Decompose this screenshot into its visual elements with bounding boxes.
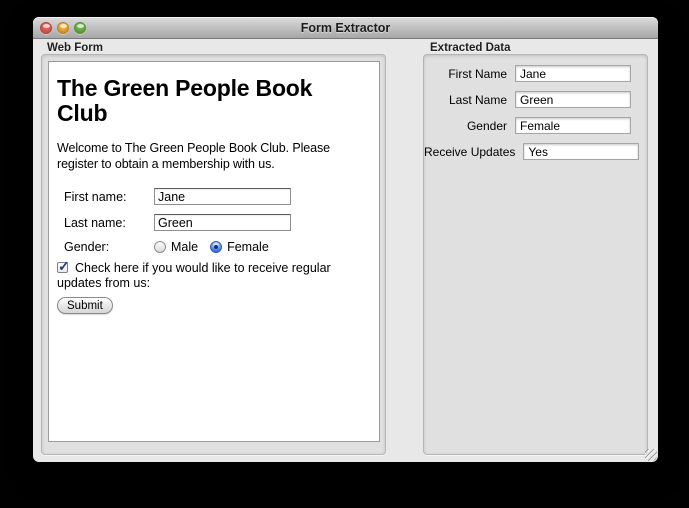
web-form-panel: The Green People Book Club Welcome to Th… xyxy=(41,54,386,455)
web-view: The Green People Book Club Welcome to Th… xyxy=(48,61,380,442)
submit-button[interactable]: Submit xyxy=(57,297,113,314)
extracted-last-name-field[interactable] xyxy=(515,91,631,108)
extracted-last-name-label: Last Name xyxy=(424,93,515,107)
gender-row: Gender: Male Female xyxy=(64,240,371,254)
extracted-data-panel-label: Extracted Data xyxy=(430,42,511,54)
updates-checkbox[interactable] xyxy=(57,262,68,273)
extracted-row-gender: Gender xyxy=(424,117,647,134)
web-form-panel-label: Web Form xyxy=(47,42,103,54)
intro-text: Welcome to The Green People Book Club. P… xyxy=(57,140,371,172)
extracted-gender-field[interactable] xyxy=(515,117,631,134)
minimize-button-icon[interactable] xyxy=(57,22,69,34)
last-name-row: Last name: xyxy=(64,214,371,231)
extracted-row-first-name: First Name xyxy=(424,65,647,82)
page-title: The Green People Book Club xyxy=(57,76,355,126)
app-window: Form Extractor Web Form Extracted Data T… xyxy=(33,17,658,462)
title-bar[interactable]: Form Extractor xyxy=(33,17,658,39)
gender-male-option-label[interactable]: Male xyxy=(171,240,198,254)
zoom-button-icon[interactable] xyxy=(74,22,86,34)
updates-row: Check here if you would like to receive … xyxy=(57,261,371,291)
close-button-icon[interactable] xyxy=(40,22,52,34)
extracted-receive-updates-field[interactable] xyxy=(523,143,639,160)
extracted-receive-updates-label: Receive Updates xyxy=(424,145,523,159)
resize-grip-icon[interactable] xyxy=(645,449,657,461)
first-name-input[interactable] xyxy=(154,188,291,205)
gender-radio-female[interactable] xyxy=(210,241,222,253)
gender-radio-group: Male Female xyxy=(154,240,281,254)
gender-label: Gender: xyxy=(64,240,154,254)
extracted-row-receive-updates: Receive Updates xyxy=(424,143,647,160)
window-controls xyxy=(40,22,86,34)
extracted-first-name-field[interactable] xyxy=(515,65,631,82)
first-name-label: First name: xyxy=(64,190,154,204)
gender-female-option-label[interactable]: Female xyxy=(227,240,269,254)
first-name-row: First name: xyxy=(64,188,371,205)
extracted-data-panel: First Name Last Name Gender Receive Upda… xyxy=(423,54,648,455)
last-name-label: Last name: xyxy=(64,216,154,230)
extracted-row-last-name: Last Name xyxy=(424,91,647,108)
updates-checkbox-label: Check here if you would like to receive … xyxy=(57,261,331,290)
window-title: Form Extractor xyxy=(33,17,658,39)
gender-radio-male[interactable] xyxy=(154,241,166,253)
last-name-input[interactable] xyxy=(154,214,291,231)
extracted-first-name-label: First Name xyxy=(424,67,515,81)
extracted-gender-label: Gender xyxy=(424,119,515,133)
